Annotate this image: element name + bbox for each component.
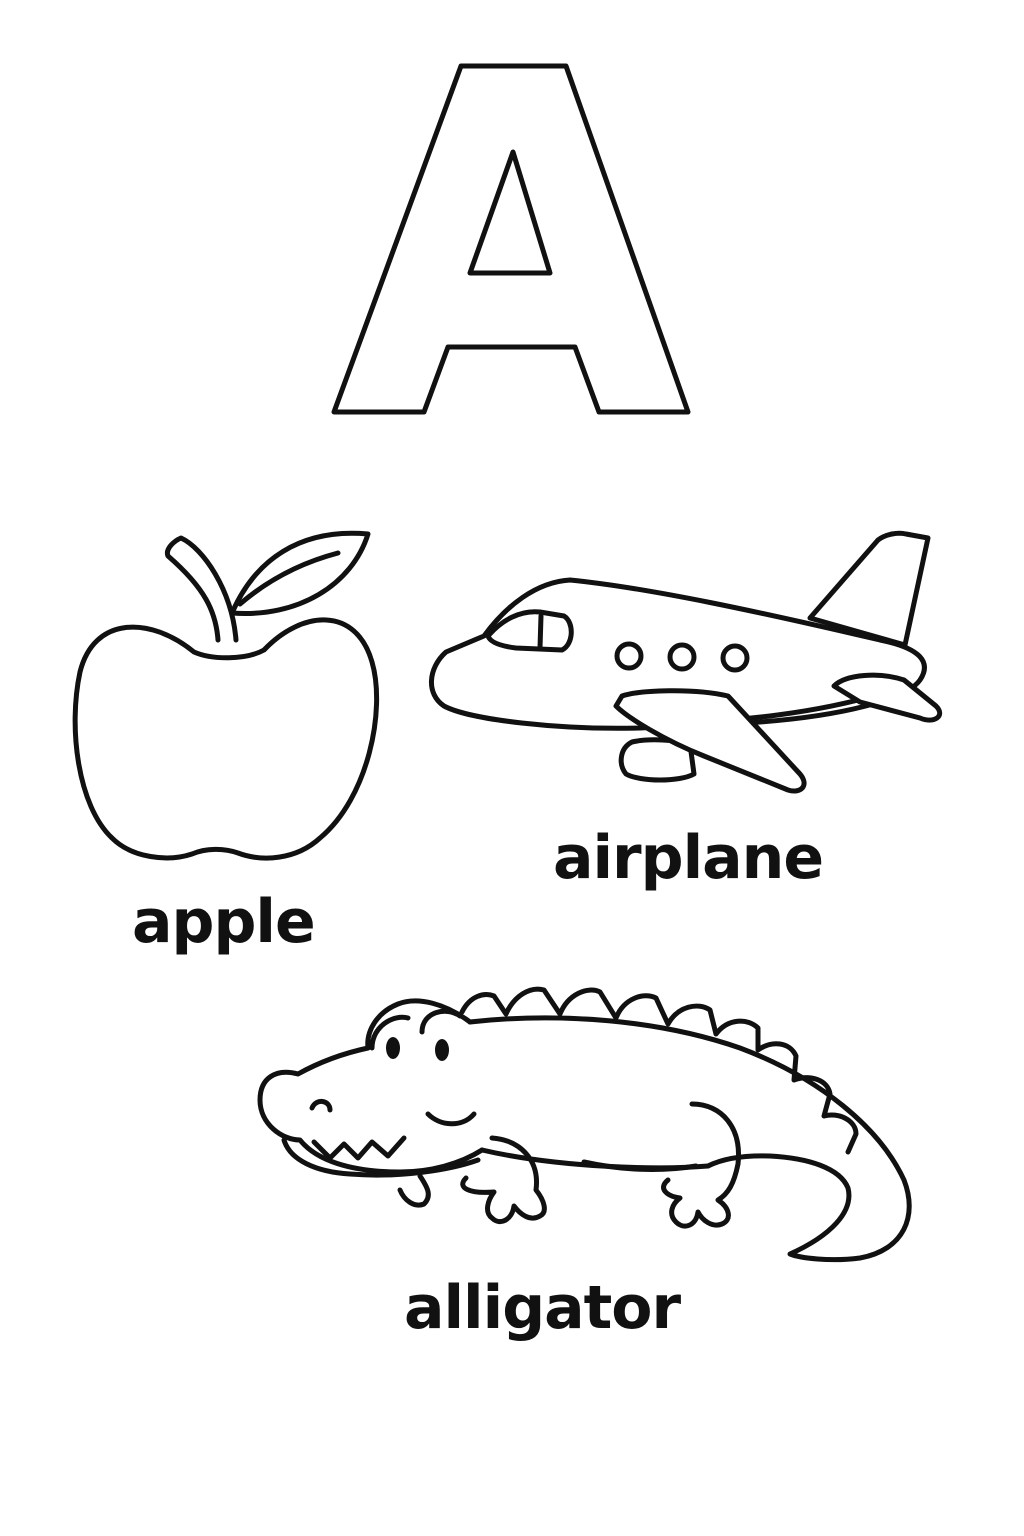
word-alligator: alligator xyxy=(404,1273,681,1343)
word-apple: apple xyxy=(132,887,316,957)
apple-drawing xyxy=(72,530,380,861)
alligator-drawing xyxy=(257,986,912,1263)
word-airplane: airplane xyxy=(553,823,824,893)
coloring-page: A xyxy=(0,0,1024,1536)
letter-a-outline: A xyxy=(331,63,691,415)
airplane-drawing xyxy=(429,530,943,794)
